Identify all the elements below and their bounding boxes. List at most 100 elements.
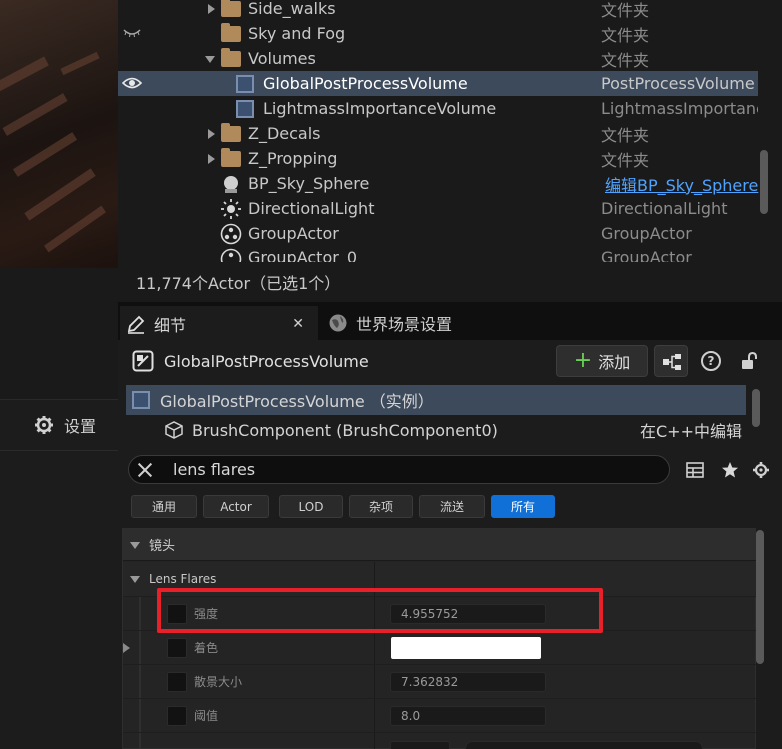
outliner-row[interactable]: DirectionalLight DirectionalLight [118, 196, 758, 221]
outliner-row-selected[interactable]: GlobalPostProcessVolume PostProcessVolum… [118, 71, 758, 96]
directional-light-icon [221, 199, 241, 219]
outliner-row[interactable]: Side_walks 文件夹 [118, 0, 758, 21]
partial-field[interactable] [390, 741, 450, 749]
outliner-item-name: GroupActor [248, 224, 339, 243]
clear-search-icon[interactable] [137, 462, 153, 478]
outliner-row[interactable]: Z_Propping 文件夹 [118, 146, 758, 171]
property-label: 着色 [194, 641, 219, 655]
outliner-item-name: GroupActor_0 [248, 248, 357, 262]
viewport-detail [0, 56, 49, 94]
settings-button[interactable]: 设置 [0, 399, 118, 451]
highlight-annotation [157, 588, 603, 633]
collapse-arrow-icon[interactable] [130, 542, 140, 549]
filter-misc[interactable]: 杂项 [349, 495, 413, 518]
threshold-field[interactable]: 8.0 [390, 705, 546, 726]
component-scrollbar[interactable] [752, 389, 760, 427]
settings-label: 设置 [64, 417, 97, 436]
tab-details[interactable]: 细节 ✕ [120, 306, 318, 340]
folder-icon [221, 23, 241, 42]
filter-actor[interactable]: Actor [203, 495, 269, 518]
panel-tab-bar: 细节 ✕ 世界场景设置 [118, 302, 782, 340]
bokeh-size-field[interactable]: 7.362832 [390, 671, 546, 692]
property-row-partial [123, 732, 757, 749]
actor-name: GlobalPostProcessVolume [164, 351, 369, 371]
filter-lod[interactable]: LOD [279, 495, 343, 518]
outliner-item-name: Side_walks [248, 0, 336, 18]
blueprint-button[interactable] [654, 345, 688, 377]
subcategory-label: Lens Flares [149, 572, 217, 586]
expand-arrow-icon[interactable] [208, 129, 215, 139]
outliner-row[interactable]: Sky and Fog 文件夹 [118, 21, 758, 46]
collapse-arrow-icon[interactable] [130, 576, 140, 583]
blueprint-actor-icon [224, 176, 238, 193]
outliner-row[interactable]: LightmassImportanceVolume LightmassImpor… [118, 96, 758, 121]
edit-blueprint-link[interactable]: 编辑BP_Sky_Sphere [605, 172, 762, 196]
hidden-eye-icon[interactable] [122, 26, 142, 40]
filter-all[interactable]: 所有 [491, 495, 555, 518]
outliner-item-type: GroupActor [601, 248, 692, 262]
add-component-button[interactable]: + 添加 [556, 345, 648, 377]
viewport-detail [44, 205, 106, 253]
property-grid: 镜头 Lens Flares 强度 4.955752 着色 散景大小 7.362… [122, 528, 757, 749]
component-row-selected[interactable]: GlobalPostProcessVolume （实例） [126, 385, 746, 415]
outliner-item-type: PostProcessVolume [601, 74, 755, 93]
outliner-item-name: Z_Decals [248, 124, 321, 143]
property-row-bokeh-size: 散景大小 7.362832 [123, 664, 757, 698]
outliner-item-name: Z_Propping [248, 149, 338, 168]
override-checkbox[interactable] [167, 671, 187, 692]
viewport-detail [12, 132, 78, 177]
outliner-item-name: BP_Sky_Sphere [248, 174, 370, 193]
tab-world-label: 世界场景设置 [356, 315, 453, 334]
outliner-item-type: 文件夹 [601, 150, 650, 170]
filter-streaming[interactable]: 流送 [419, 495, 485, 518]
brush-component-icon [165, 421, 183, 439]
close-icon[interactable]: ✕ [292, 316, 304, 332]
unlock-icon[interactable] [740, 352, 758, 370]
folder-icon [221, 0, 241, 17]
star-icon[interactable] [721, 461, 739, 479]
partial-dropdown[interactable] [465, 741, 703, 749]
actor-title: GlobalPostProcessVolume [132, 350, 369, 372]
outliner-row[interactable]: Volumes 文件夹 [118, 46, 758, 71]
details-panel: GlobalPostProcessVolume + 添加 ? GlobalPos… [118, 340, 782, 749]
gear-icon[interactable] [752, 461, 770, 479]
expand-arrow-icon[interactable] [123, 642, 130, 653]
tab-world-settings[interactable]: 世界场景设置 [326, 306, 452, 340]
property-search-input[interactable]: lens flares [128, 455, 670, 484]
folder-icon [221, 123, 241, 142]
help-icon[interactable]: ? [701, 351, 721, 371]
property-row-threshold: 阈值 8.0 [123, 698, 757, 732]
table-view-icon[interactable] [686, 461, 704, 479]
post-process-icon [132, 350, 154, 372]
collapse-arrow-icon[interactable] [205, 56, 215, 63]
expand-arrow-icon[interactable] [208, 154, 215, 164]
actor-count-status: 11,774个Actor（已选1个） [118, 262, 782, 302]
viewport-detail [60, 51, 100, 76]
outliner-scrollbar[interactable] [760, 150, 768, 214]
override-checkbox[interactable] [167, 705, 187, 726]
visibility-eye-icon[interactable] [122, 76, 142, 90]
expand-arrow-icon[interactable] [208, 4, 215, 14]
filter-common[interactable]: 通用 [131, 495, 197, 518]
property-scrollbar[interactable] [756, 530, 764, 664]
tint-color-swatch[interactable] [391, 636, 541, 659]
category-lens[interactable]: 镜头 [123, 529, 757, 561]
outliner-row[interactable]: Z_Decals 文件夹 [118, 121, 758, 146]
level-viewport[interactable] [0, 0, 118, 399]
outliner-row[interactable]: BP_Sky_Sphere 编辑BP_Sky_Sphere [118, 171, 758, 196]
group-actor-icon [220, 248, 242, 262]
component-row[interactable]: BrushComponent (BrushComponent0) 在C++中编辑 [126, 415, 746, 445]
edit-in-cpp-link[interactable]: 在C++中编辑 [640, 418, 742, 442]
outliner-row[interactable]: GroupActor GroupActor [118, 221, 758, 246]
folder-icon [221, 148, 241, 167]
outliner-item-type: 文件夹 [601, 0, 650, 20]
volume-actor-icon [236, 100, 254, 118]
globe-icon [329, 314, 347, 332]
pencil-icon [127, 315, 145, 334]
plus-icon: + [573, 348, 593, 373]
tab-details-label: 细节 [154, 316, 187, 335]
component-name: GlobalPostProcessVolume （实例） [160, 392, 434, 411]
override-checkbox[interactable] [167, 637, 187, 658]
outliner-row[interactable]: GroupActor_0 GroupActor [118, 246, 758, 262]
volume-actor-icon [132, 391, 150, 409]
